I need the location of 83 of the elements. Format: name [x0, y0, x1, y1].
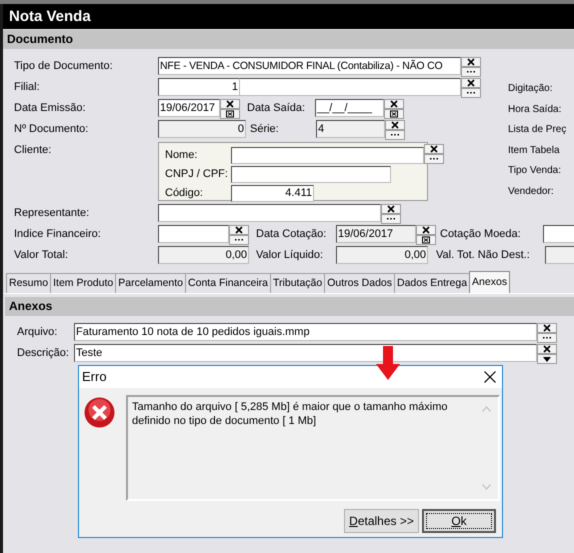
close-icon [234, 226, 244, 234]
input-field[interactable]: 4.411 [231, 185, 314, 202]
close-icon [429, 145, 439, 153]
field-label: Representante: [14, 206, 90, 221]
calendar-button[interactable] [416, 235, 436, 245]
lookup-button[interactable] [537, 333, 557, 343]
close-icon [386, 205, 396, 213]
input-field[interactable] [158, 204, 381, 222]
field-label: CNPJ / CPF: [165, 167, 229, 182]
clear-button[interactable] [385, 120, 405, 130]
input-field[interactable] [240, 78, 461, 96]
field-label: Tipo de Documento: [14, 58, 114, 74]
close-button[interactable] [484, 371, 496, 383]
dialog-button[interactable]: Detalhes >> [344, 509, 419, 533]
close-icon [390, 121, 400, 129]
close-icon [225, 100, 235, 108]
calendar-button[interactable] [384, 109, 404, 119]
close-icon [542, 324, 552, 332]
field-label: Série: [250, 122, 280, 137]
close-icon [389, 100, 399, 108]
clear-button[interactable] [537, 323, 557, 333]
calendar-button[interactable] [220, 109, 240, 119]
error-icon [84, 397, 115, 428]
field-label: Cotação Moeda: [440, 226, 522, 242]
field-label: Nº Documento: [14, 122, 90, 137]
lookup-button[interactable] [461, 88, 481, 98]
clear-button[interactable] [461, 57, 481, 67]
input-field[interactable] [231, 166, 391, 183]
field-label: Val. Tot. Não Dest.: [436, 248, 531, 263]
field-label: Descrição: [17, 346, 70, 361]
section-header: Anexos [5, 297, 574, 316]
field-label: Tipo Venda: [508, 164, 562, 178]
lookup-button[interactable] [385, 130, 405, 140]
clear-button[interactable] [384, 99, 404, 109]
lookup-button[interactable] [229, 235, 249, 245]
close-icon [421, 226, 431, 234]
input-field[interactable]: 1 [158, 78, 240, 96]
clear-button[interactable] [381, 204, 401, 214]
close-icon [466, 58, 476, 66]
lookup-button[interactable] [381, 214, 401, 224]
tab[interactable]: Anexos [469, 271, 510, 293]
field-label: Valor Líquido: [256, 248, 324, 263]
down-arrow [376, 346, 400, 380]
input-field[interactable]: Teste [74, 344, 537, 362]
field-label: Valor Total: [14, 248, 70, 263]
clear-button[interactable] [537, 344, 557, 354]
field-label: Item Tabela [508, 144, 561, 158]
field-label: Digitação: [508, 82, 554, 96]
field-label: Nome: [165, 148, 198, 164]
input-field[interactable]: 19/06/2017 [158, 99, 220, 117]
field-label: Data Emissão: [14, 100, 87, 116]
dropdown-button[interactable] [537, 354, 557, 364]
field-label: Hora Saída: [508, 102, 562, 116]
field-label: Lista de Preç [508, 123, 566, 137]
tab[interactable]: Resumo [6, 273, 52, 293]
input-field[interactable] [158, 225, 229, 243]
dialog-title: Erro [82, 368, 107, 386]
input-field[interactable]: NFE - VENDA - CONSUMIDOR FINAL (Contabiliza) - NÃO CO [158, 57, 461, 75]
field-label: Cliente: [14, 143, 52, 158]
close-icon [466, 79, 476, 87]
clear-button[interactable] [229, 225, 249, 235]
window-title: Nota Venda [3, 4, 574, 29]
close-icon [542, 345, 552, 353]
input-field[interactable]: __/__/____ [315, 99, 384, 117]
input-field[interactable] [231, 147, 424, 164]
field-label: Data Cotação: [256, 226, 328, 242]
error-message: Tamanho do arquivo [ 5,285 Mb] é maior que o tamanho máximo definido no tipo de documento [ 1 Mb] [132, 400, 449, 429]
dialog-button[interactable]: Ok [422, 509, 496, 533]
input-field[interactable]: Faturamento 10 nota de 10 pedidos iguais.mmp [74, 323, 537, 341]
field-label: Arquivo: [17, 324, 58, 340]
field-label: Código: [165, 186, 204, 202]
field-label: Indice Financeiro: [14, 226, 102, 242]
lookup-button[interactable] [461, 67, 481, 77]
field-label: Vendedor: [508, 184, 555, 198]
clear-button[interactable] [416, 225, 436, 235]
field-label: Data Saída: [247, 100, 306, 116]
section-header: Documento [3, 30, 574, 49]
lookup-button[interactable] [424, 154, 444, 164]
clear-button[interactable] [220, 99, 240, 109]
input-field[interactable] [543, 225, 574, 243]
clear-button[interactable] [424, 144, 444, 154]
clear-button[interactable] [461, 78, 481, 88]
field-label: Filial: [14, 80, 41, 95]
